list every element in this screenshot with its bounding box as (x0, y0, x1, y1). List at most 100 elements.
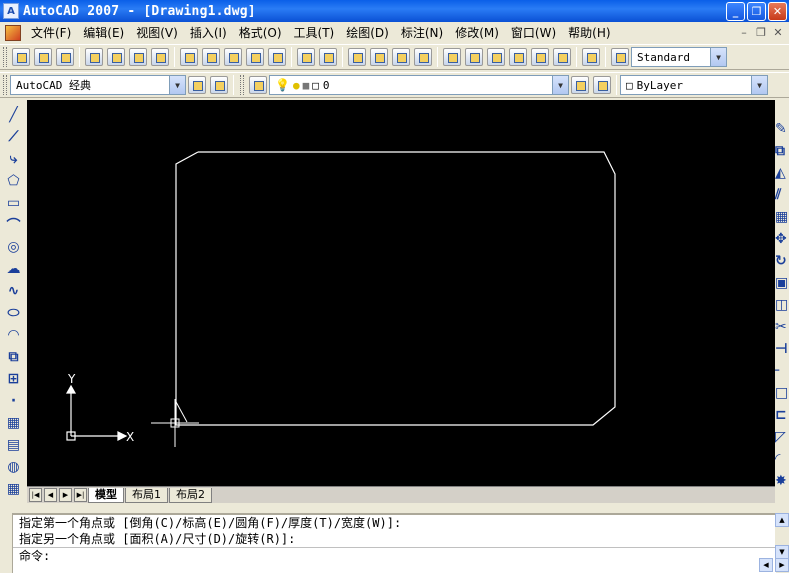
new-file-icon[interactable] (12, 48, 30, 66)
gradient-icon[interactable]: ▤ (4, 435, 24, 455)
pan-icon[interactable] (348, 48, 366, 66)
cut-icon[interactable] (180, 48, 198, 66)
sheet-set-icon[interactable] (509, 48, 527, 66)
erase-icon[interactable]: ✎ (775, 121, 789, 141)
explode-icon[interactable]: ✸ (775, 473, 789, 493)
menu-insert[interactable]: 插入(I) (184, 22, 233, 44)
layer-manager-icon[interactable] (249, 76, 267, 94)
autocad-app-icon[interactable]: A (3, 3, 19, 19)
chamfered-rectangle[interactable] (175, 151, 616, 426)
copy-object-icon[interactable]: ⧉ (775, 143, 789, 163)
menu-draw[interactable]: 绘图(D) (340, 22, 395, 44)
command-window-grip[interactable] (0, 513, 13, 573)
save-icon[interactable] (56, 48, 74, 66)
first-tab-icon[interactable]: |◀ (29, 488, 42, 502)
menu-modify[interactable]: 修改(M) (449, 22, 505, 44)
make-block-icon[interactable]: ⊞ (4, 369, 24, 389)
command-window[interactable]: 指定第一个角点或 [倒角(C)/标高(E)/圆角(F)/厚度(T)/宽度(W)]… (13, 513, 776, 573)
ellipse-icon[interactable]: ⬭ (4, 303, 24, 323)
stretch-icon[interactable]: ◫ (775, 297, 789, 317)
toolbar-grip[interactable] (3, 47, 7, 67)
menu-window[interactable]: 窗口(W) (505, 22, 562, 44)
lock-icon[interactable]: ■ (303, 79, 310, 92)
chevron-down-icon[interactable]: ▼ (710, 48, 726, 66)
extend-icon[interactable]: ⊣ (775, 341, 789, 361)
markup-icon[interactable] (531, 48, 549, 66)
menu-file[interactable]: 文件(F) (25, 22, 77, 44)
menu-dimension[interactable]: 标注(N) (395, 22, 449, 44)
sun-icon[interactable]: ● (293, 79, 300, 92)
text-style-icon[interactable] (611, 48, 629, 66)
undo-icon[interactable] (297, 48, 315, 66)
join-icon[interactable]: ⊏ (775, 407, 789, 427)
zoom-window-icon[interactable] (392, 48, 410, 66)
block-editor-icon[interactable] (268, 48, 286, 66)
zoom-realtime-icon[interactable] (370, 48, 388, 66)
document-icon[interactable] (5, 25, 21, 41)
menu-edit[interactable]: 编辑(E) (77, 22, 130, 44)
circle-icon[interactable]: ◎ (4, 237, 24, 257)
scroll-right-icon[interactable]: ▶ (775, 558, 789, 572)
tab-model[interactable]: 模型 (88, 488, 124, 503)
scale-icon[interactable]: ▣ (775, 275, 789, 295)
color-control-dropdown[interactable]: □ ByLayer ▼ (620, 75, 768, 95)
break-at-point-icon[interactable]: ╴ (775, 363, 789, 383)
hatch-icon[interactable]: ▦ (4, 413, 24, 433)
layer-previous-icon[interactable] (593, 76, 611, 94)
doc-close-icon[interactable]: ✕ (771, 26, 785, 39)
publish-web-icon[interactable] (151, 48, 169, 66)
construction-line-icon[interactable]: ⟋ (4, 127, 24, 147)
toolbar-grip[interactable] (3, 75, 7, 95)
doc-minimize-icon[interactable]: – (737, 26, 751, 39)
line-icon[interactable]: ╱ (4, 105, 24, 125)
zoom-previous-icon[interactable] (414, 48, 432, 66)
print-icon[interactable] (85, 48, 103, 66)
offset-icon[interactable]: ⫽ (775, 187, 789, 207)
point-icon[interactable]: · (4, 391, 24, 411)
ellipse-arc-icon[interactable]: ◠ (4, 325, 24, 345)
move-icon[interactable]: ✥ (775, 231, 789, 251)
next-tab-icon[interactable]: ▶ (59, 488, 72, 502)
help-icon[interactable] (582, 48, 600, 66)
chamfer-icon[interactable]: ◸ (775, 429, 789, 449)
menu-format[interactable]: 格式(O) (233, 22, 288, 44)
tab-layout2[interactable]: 布局2 (169, 488, 212, 503)
layer-color-swatch[interactable]: □ (312, 79, 319, 92)
drawing-canvas[interactable]: X Y (27, 100, 775, 486)
prev-tab-icon[interactable]: ◀ (44, 488, 57, 502)
tab-layout1[interactable]: 布局1 (125, 488, 168, 503)
region-icon[interactable]: ◍ (4, 457, 24, 477)
calculator-icon[interactable] (553, 48, 571, 66)
workspace-dropdown[interactable]: AutoCAD 经典 ▼ (10, 75, 186, 95)
minimize-button[interactable]: _ (726, 2, 745, 21)
spline-icon[interactable]: ∿ (4, 281, 24, 301)
fillet-icon[interactable]: ◜ (775, 451, 789, 471)
paste-icon[interactable] (224, 48, 242, 66)
revision-cloud-icon[interactable]: ☁ (4, 259, 24, 279)
command-prompt[interactable]: 命令: (13, 547, 776, 563)
make-object-layer-current-icon[interactable] (571, 76, 589, 94)
workspace-save-icon[interactable] (210, 76, 228, 94)
command-horizontal-scrollbar[interactable]: ◀ ▶ (709, 557, 789, 573)
trim-icon[interactable]: ✂ (775, 319, 789, 339)
table-icon[interactable]: ▦ (4, 479, 24, 499)
rotate-icon[interactable]: ↻ (775, 253, 789, 273)
rectangle-icon[interactable]: ▭ (4, 193, 24, 213)
insert-block-icon[interactable]: ⧉ (4, 347, 24, 367)
drawing-area[interactable]: X Y (27, 100, 775, 486)
chevron-down-icon[interactable]: ▼ (169, 76, 185, 94)
open-file-icon[interactable] (34, 48, 52, 66)
command-scrollbar[interactable]: ▲ ▼ (775, 513, 789, 559)
menu-tools[interactable]: 工具(T) (288, 22, 341, 44)
polyline-icon[interactable]: ⤷ (4, 149, 24, 169)
copy-icon[interactable] (202, 48, 220, 66)
redo-icon[interactable] (319, 48, 337, 66)
polygon-icon[interactable]: ⬠ (4, 171, 24, 191)
break-icon[interactable]: □ (775, 385, 789, 405)
chevron-down-icon[interactable]: ▼ (751, 76, 767, 94)
scroll-left-icon[interactable]: ◀ (759, 558, 773, 572)
menu-view[interactable]: 视图(V) (130, 22, 184, 44)
arc-icon[interactable]: ⌒ (4, 215, 24, 235)
layer-dropdown[interactable]: 💡 ● ■ □ 0 ▼ (269, 75, 569, 95)
text-style-dropdown[interactable]: Standard ▼ (631, 47, 727, 67)
